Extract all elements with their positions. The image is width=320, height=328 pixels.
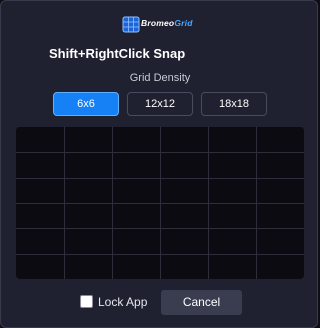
lock-app-checkbox[interactable] — [80, 295, 93, 308]
density-6x6-button[interactable]: 6x6 — [53, 92, 119, 116]
grid-density-label: Grid Density — [129, 72, 191, 84]
grid-preview-lines — [16, 127, 304, 279]
density-12x12-button[interactable]: 12x12 — [127, 92, 193, 116]
app-logo: BromeoGrid — [121, 13, 199, 37]
cancel-button[interactable]: Cancel — [161, 290, 242, 315]
density-18x18-button[interactable]: 18x18 — [201, 92, 267, 116]
app-logo-prefix: Bromeo — [141, 18, 175, 28]
snap-dialog: BromeoGrid Shift+RightClick Snap Grid De… — [0, 0, 318, 328]
app-logo-suffix: Grid — [174, 18, 193, 28]
grid-preview[interactable] — [16, 127, 304, 279]
app-logo-text: BromeoGrid — [141, 18, 193, 28]
grid-app-icon — [122, 16, 140, 33]
lock-app-label: Lock App — [98, 295, 148, 309]
dialog-title: Shift+RightClick Snap — [49, 46, 186, 61]
